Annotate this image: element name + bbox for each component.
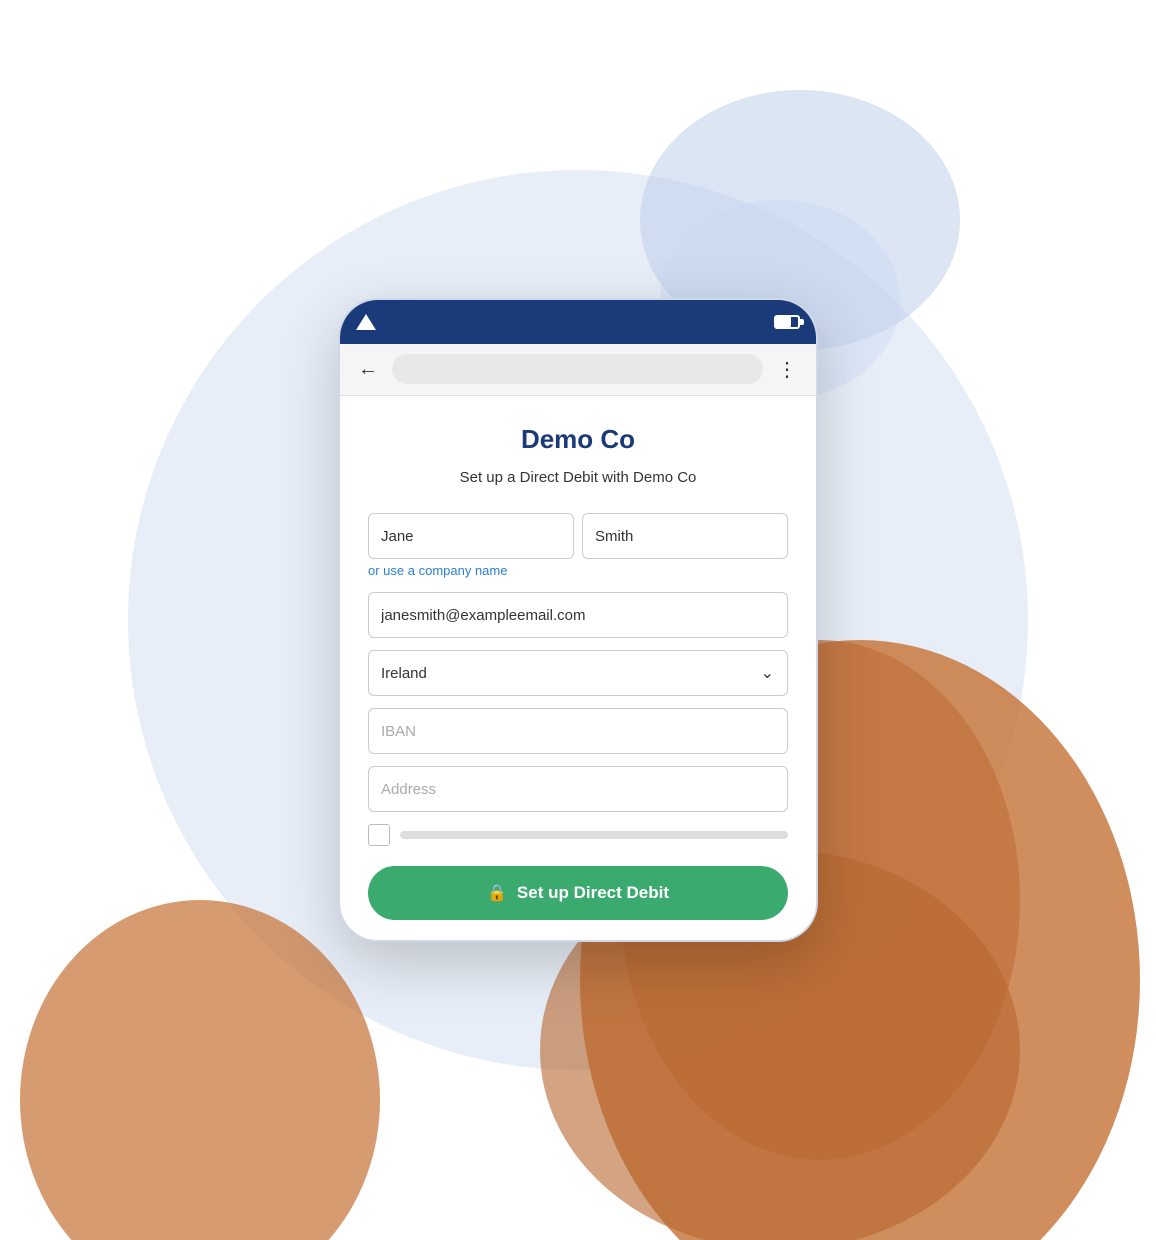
submit-label: Set up Direct Debit	[517, 883, 669, 903]
signal-icon	[356, 314, 376, 330]
iban-input[interactable]	[368, 708, 788, 754]
back-button[interactable]: ←	[354, 354, 382, 385]
email-group	[368, 592, 788, 638]
menu-button[interactable]: ⋮	[773, 353, 802, 386]
status-bar	[340, 300, 816, 344]
email-input[interactable]	[368, 592, 788, 638]
company-link[interactable]: or use a company name	[368, 563, 788, 578]
submit-button[interactable]: 🔒 Set up Direct Debit	[368, 866, 788, 920]
phone-frame: ← ⋮ Demo Co Set up a Direct Debit with D…	[338, 298, 818, 943]
name-row	[368, 513, 788, 559]
battery-fill	[776, 317, 791, 327]
battery-icon	[774, 315, 800, 329]
country-select-wrapper: Ireland United Kingdom France Germany ⌄	[368, 650, 788, 696]
phone-mockup: ← ⋮ Demo Co Set up a Direct Debit with D…	[338, 298, 818, 943]
address-input[interactable]	[368, 766, 788, 812]
form-subtitle: Set up a Direct Debit with Demo Co	[368, 467, 788, 490]
address-group	[368, 766, 788, 812]
last-name-input[interactable]	[582, 513, 788, 559]
iban-group	[368, 708, 788, 754]
terms-text-placeholder	[400, 831, 788, 839]
country-select[interactable]: Ireland United Kingdom France Germany	[368, 650, 788, 696]
terms-checkbox[interactable]	[368, 824, 390, 846]
first-name-input[interactable]	[368, 513, 574, 559]
lock-icon: 🔒	[487, 883, 507, 903]
terms-row	[368, 824, 788, 846]
nav-bar: ← ⋮	[340, 344, 816, 396]
url-bar	[392, 354, 763, 384]
company-title: Demo Co	[368, 424, 788, 455]
form-content: Demo Co Set up a Direct Debit with Demo …	[340, 396, 816, 941]
